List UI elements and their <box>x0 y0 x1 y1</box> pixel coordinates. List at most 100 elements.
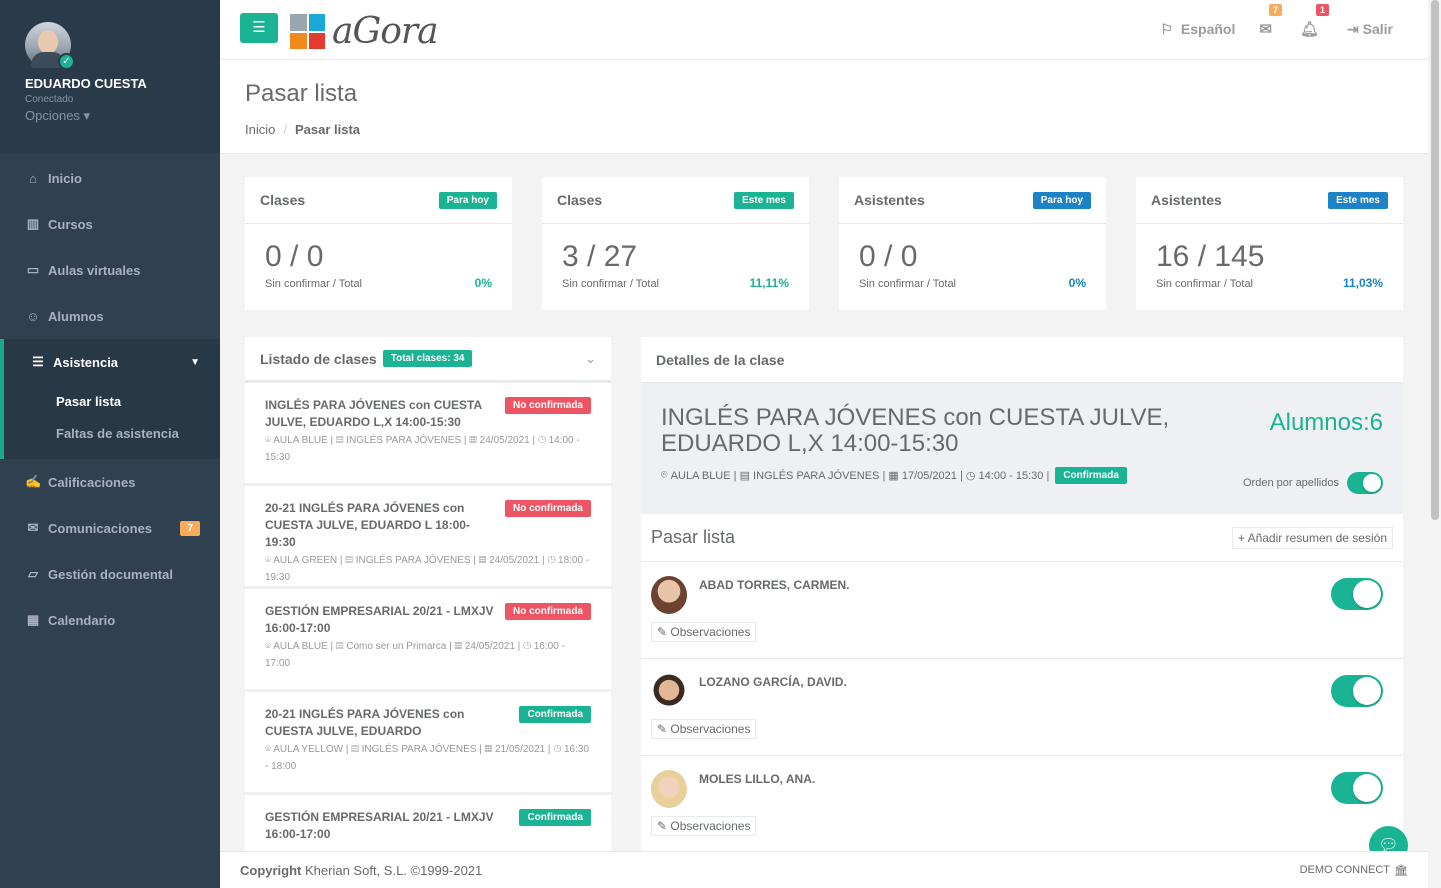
nav-item-gestion-documental[interactable]: ▱ Gestión documental <box>0 551 220 597</box>
stat-value: 3 / 27 <box>562 240 638 273</box>
period-label: Este mes <box>734 191 794 209</box>
envelope-icon: ✉ <box>27 520 39 535</box>
menu-toggle-button[interactable]: ☰ <box>240 13 278 43</box>
student-name: LOZANO GARCÍA, DAVID. <box>699 675 847 689</box>
top-navbar: ☰ aGora ⚐ Español ✉ 7 🔔︎ 1 ⇥ Salir <box>220 0 1428 60</box>
class-item[interactable]: GESTIÓN EMPRESARIAL 20/21 - LMXJV 16:00-… <box>245 795 611 851</box>
class-item[interactable]: INGLÉS PARA JÓVENES con CUESTA JULVE, ED… <box>245 383 611 486</box>
bell-icon: 🔔︎ <box>1299 21 1320 38</box>
period-label: Para hoy <box>438 191 497 209</box>
pasar-lista-title: Pasar lista <box>651 527 736 547</box>
observations-button[interactable]: ✎ Observaciones <box>651 622 757 642</box>
chevron-down-icon[interactable]: ⌄ <box>585 351 596 367</box>
status-badge: Confirmada <box>519 706 591 723</box>
status-badge: No confirmada <box>504 603 591 620</box>
copyright: Copyright Kherian Soft, S.L. ©1999-2021 <box>240 862 483 878</box>
nav-subitem-faltas[interactable]: Faltas de asistencia <box>4 417 220 449</box>
observations-button[interactable]: ✎ Observaciones <box>651 816 757 836</box>
class-item[interactable]: 20-21 INGLÉS PARA JÓVENES con CUESTA JUL… <box>245 486 611 589</box>
users-icon: ☺ <box>26 308 40 324</box>
home-icon: ⌂ <box>29 170 37 186</box>
observations-button[interactable]: ✎ Observaciones <box>651 719 757 739</box>
footer: Copyright Kherian Soft, S.L. ©1999-2021 … <box>220 851 1428 888</box>
agora-logo[interactable]: aGora <box>290 11 439 52</box>
user-options-dropdown[interactable]: Opciones ▾ <box>25 108 195 124</box>
flag-icon: ⚐ <box>1160 20 1173 37</box>
messages-badge: 7 <box>1268 4 1282 16</box>
class-item[interactable]: GESTIÓN EMPRESARIAL 20/21 - LMXJV 16:00-… <box>245 589 611 692</box>
class-item[interactable]: 20-21 INGLÉS PARA JÓVENES con CUESTA JUL… <box>245 692 611 795</box>
status-badge: No confirmada <box>504 500 591 517</box>
demo-connect[interactable]: DEMO CONNECT 🏛︎ <box>1300 864 1408 877</box>
attendance-toggle[interactable] <box>1331 578 1383 610</box>
calendar-icon: ▦ <box>888 470 899 482</box>
add-summary-button[interactable]: + Añadir resumen de sesión <box>1231 526 1393 549</box>
user-status: Conectado <box>25 94 74 105</box>
breadcrumb-home[interactable]: Inicio <box>245 122 275 137</box>
period-label: Para hoy <box>1032 191 1091 209</box>
online-check-icon: ✓ <box>58 53 75 70</box>
nav-item-calificaciones[interactable]: ✍ Calificaciones <box>0 459 220 505</box>
sidebar: ✓ EDUARDO CUESTA Conectado Opciones ▾ ⌂ I… <box>0 0 220 888</box>
avatar <box>651 673 687 711</box>
student-row: ABAD TORRES, CARMEN. ✎ Observaciones <box>641 562 1403 659</box>
logout-button[interactable]: ⇥ Salir <box>1347 21 1393 38</box>
nav-item-alumnos[interactable]: ☺ Alumnos <box>0 293 220 339</box>
nav-item-aulas-virtuales[interactable]: ▭ Aulas virtuales <box>0 247 220 293</box>
student-row: LOZANO GARCÍA, DAVID. ✎ Observaciones <box>641 659 1403 756</box>
sign-out-icon: ⇥ <box>1347 20 1359 37</box>
student-row: MOLES LILLO, ANA. ✎ Observaciones <box>641 756 1403 851</box>
nav-item-cursos[interactable]: ▥ Cursos <box>0 201 220 247</box>
order-toggle[interactable] <box>1347 472 1383 494</box>
breadcrumb-current: Pasar lista <box>294 122 361 137</box>
total-classes-label: Total clases: 34 <box>382 350 473 367</box>
nav-item-comunicaciones[interactable]: ✉ Comunicaciones 7 <box>0 505 220 551</box>
page-title: Pasar lista <box>245 80 358 107</box>
stat-card-asistentes-mes: Asistentes Este mes 16 / 145 Sin confirmar… <box>1136 177 1403 310</box>
status-badge: No confirmada <box>504 397 591 414</box>
institution-icon: 🏛︎ <box>1394 864 1408 877</box>
nav-item-asistencia[interactable]: ☰ Asistencia ▼ <box>4 339 220 385</box>
attendance-toggle[interactable] <box>1331 675 1383 707</box>
hamburger-icon: ☰ <box>252 19 266 36</box>
stat-percent: 0% <box>474 276 492 290</box>
pencil-icon: ✎ <box>657 722 668 736</box>
pencil-icon: ✎ <box>657 819 668 833</box>
notifications-button[interactable]: 🔔︎ 1 <box>1299 4 1330 38</box>
messages-button[interactable]: ✉ 7 <box>1259 4 1282 38</box>
status-badge: Confirmada <box>1055 467 1127 484</box>
student-name: MOLES LILLO, ANA. <box>699 772 816 786</box>
calendar-icon: ▦ <box>26 612 40 627</box>
avatar[interactable]: ✓ <box>25 22 75 70</box>
class-summary: INGLÉS PARA JÓVENES con CUESTA JULVE, ED… <box>641 383 1403 514</box>
list-icon: ☰ <box>32 354 44 369</box>
notifications-badge: 1 <box>1316 4 1330 16</box>
order-by-surname: Orden por apellidos <box>1243 472 1383 494</box>
books-icon: ▥ <box>26 216 40 231</box>
student-count: Alumnos:6 <box>1269 409 1383 436</box>
student-name: ABAD TORRES, CARMEN. <box>699 578 850 592</box>
stat-value: 16 / 145 <box>1156 240 1265 273</box>
status-badge: Confirmada <box>519 809 591 826</box>
pencil-icon: ✎ <box>657 625 668 639</box>
nav-subitem-pasar-lista[interactable]: Pasar lista <box>4 385 220 417</box>
stat-value: 0 / 0 <box>265 240 324 273</box>
folder-icon: ▱ <box>28 566 38 581</box>
nav-item-calendario[interactable]: ▦ Calendario <box>0 597 220 643</box>
nav-group-asistencia: ☰ Asistencia ▼ Pasar lista Faltas de asist… <box>0 339 220 459</box>
class-list-panel: Listado de clases Total clases: 34 ⌄ ING… <box>245 337 611 851</box>
class-detail-panel: Detalles de la clase INGLÉS PARA JÓVENES… <box>641 337 1403 851</box>
class-title: INGLÉS PARA JÓVENES con CUESTA JULVE, ED… <box>661 404 1170 457</box>
stat-card-asistentes-hoy: Asistentes Para hoy 0 / 0 Sin confirmar / … <box>839 177 1106 310</box>
laptop-icon: ▭ <box>26 262 40 277</box>
nav-item-inicio[interactable]: ⌂ Inicio <box>0 155 220 201</box>
envelope-icon: ✉ <box>1259 21 1272 38</box>
class-list-title: Listado de clases <box>260 350 377 367</box>
scrollbar[interactable] <box>1428 0 1441 888</box>
logo-mark-icon <box>290 14 325 49</box>
language-selector[interactable]: ⚐ Español <box>1160 21 1235 38</box>
stat-card-clases-hoy: Clases Para hoy 0 / 0 Sin confirmar / Tota… <box>245 177 512 310</box>
attendance-toggle[interactable] <box>1331 772 1383 804</box>
clock-icon: ◷ <box>965 470 976 482</box>
avatar <box>651 770 687 808</box>
